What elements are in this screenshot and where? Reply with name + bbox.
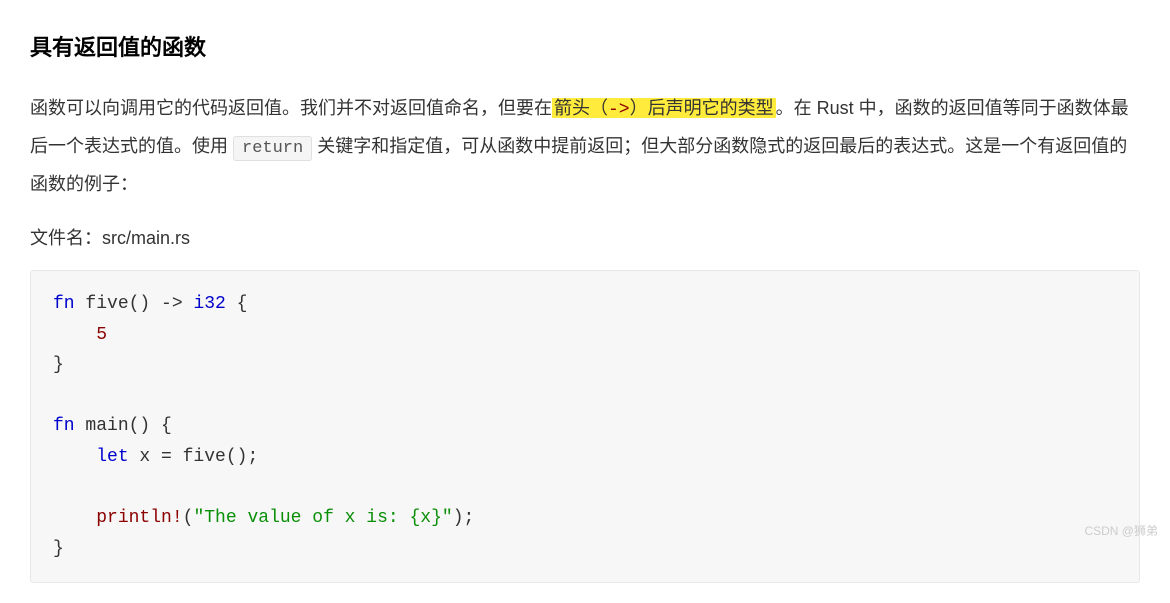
brace: { [226, 294, 248, 314]
macro-println: println! [96, 508, 182, 528]
paren: ( [183, 508, 194, 528]
filename-label: 文件名：src/main.rs [30, 224, 1140, 250]
brace: } [53, 539, 64, 559]
watermark: CSDN @狮弟 [1084, 522, 1158, 539]
keyword-let: let [96, 447, 128, 467]
highlight-suffix: ）后声明它的类型 [630, 98, 774, 118]
number-literal: 5 [96, 325, 107, 345]
indent [53, 447, 96, 467]
code-block: fn five() -> i32 { 5 } fn main() { let x… [30, 270, 1140, 583]
arrow-symbol: -> [608, 100, 630, 120]
indent [53, 325, 96, 345]
paren: ); [453, 508, 475, 528]
text-segment: 函数可以向调用它的代码返回值。我们并不对返回值命名，但要在 [30, 98, 552, 118]
string-literal: "The value of x is: {x}" [193, 508, 452, 528]
brace: } [53, 355, 64, 375]
type-i32: i32 [193, 294, 225, 314]
description-paragraph: 函数可以向调用它的代码返回值。我们并不对返回值命名，但要在箭头（->）后声明它的… [30, 90, 1140, 202]
keyword-fn: fn [53, 416, 75, 436]
fn-name-five: five() [75, 294, 161, 314]
indent [53, 508, 96, 528]
section-heading: 具有返回值的函数 [30, 30, 1140, 62]
space [183, 294, 194, 314]
arrow-op: -> [161, 294, 183, 314]
keyword-fn: fn [53, 294, 75, 314]
let-statement: x = five(); [129, 447, 259, 467]
highlighted-text: 箭头（->）后声明它的类型 [552, 98, 776, 118]
inline-code-return: return [233, 136, 312, 161]
fn-name-main: main() { [75, 416, 172, 436]
highlight-prefix: 箭头（ [554, 98, 608, 118]
